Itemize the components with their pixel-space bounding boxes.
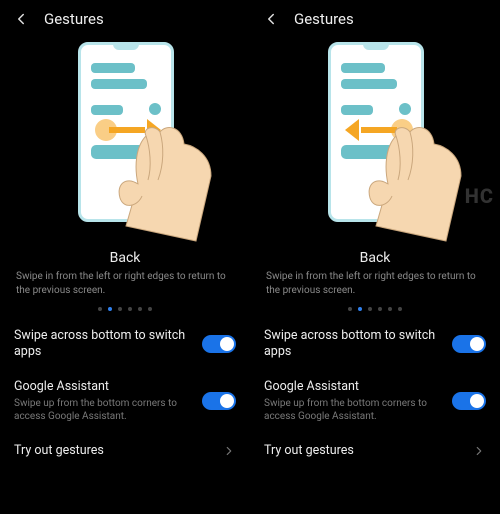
setting-label: Try out gestures — [14, 443, 212, 459]
setting-label: Google Assistant — [14, 379, 192, 395]
toggle-swipe-bottom[interactable] — [202, 335, 236, 353]
page-indicator — [0, 297, 250, 319]
toggle-google-assistant[interactable] — [202, 392, 236, 410]
setting-sublabel: Swipe up from the bottom corners to acce… — [264, 397, 442, 423]
page-title: Gestures — [294, 10, 354, 28]
page-title: Gestures — [44, 10, 104, 28]
gestures-screen-right: Gestures HC — [250, 0, 500, 514]
tutorial-description: Swipe in from the left or right edges to… — [0, 266, 250, 297]
chevron-right-icon — [472, 444, 486, 458]
hand-icon — [336, 106, 476, 246]
back-icon[interactable] — [262, 10, 280, 28]
gesture-illustration — [0, 34, 250, 246]
setting-label: Swipe across bottom to switch apps — [14, 328, 192, 361]
header: Gestures — [0, 0, 250, 34]
setting-swipe-bottom[interactable]: Swipe across bottom to switch apps — [250, 319, 500, 370]
back-icon[interactable] — [12, 10, 30, 28]
toggle-google-assistant[interactable] — [452, 392, 486, 410]
header: Gestures — [250, 0, 500, 34]
chevron-right-icon — [222, 444, 236, 458]
gesture-illustration: HC — [250, 34, 500, 246]
setting-sublabel: Swipe up from the bottom corners to acce… — [14, 397, 192, 423]
hand-icon — [86, 106, 226, 246]
page-indicator — [250, 297, 500, 319]
setting-google-assistant[interactable]: Google Assistant Swipe up from the botto… — [250, 370, 500, 432]
tutorial-title: Back — [250, 250, 500, 266]
setting-swipe-bottom[interactable]: Swipe across bottom to switch apps — [0, 319, 250, 370]
setting-try-gestures[interactable]: Try out gestures — [0, 432, 250, 470]
setting-label: Google Assistant — [264, 379, 442, 395]
setting-try-gestures[interactable]: Try out gestures — [250, 432, 500, 470]
setting-google-assistant[interactable]: Google Assistant Swipe up from the botto… — [0, 370, 250, 432]
tutorial-description: Swipe in from the left or right edges to… — [250, 266, 500, 297]
setting-label: Try out gestures — [264, 443, 462, 459]
setting-label: Swipe across bottom to switch apps — [264, 328, 442, 361]
tutorial-title: Back — [0, 250, 250, 266]
gestures-screen-left: Gestures — [0, 0, 250, 514]
toggle-swipe-bottom[interactable] — [452, 335, 486, 353]
